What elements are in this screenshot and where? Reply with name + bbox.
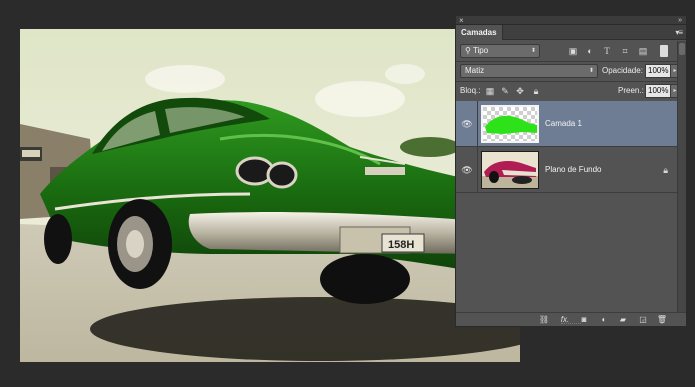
lock-position-icon[interactable]: ✥: [515, 86, 525, 96]
panel-title-bar[interactable]: × »: [456, 16, 686, 25]
adjustment-layer-icon[interactable]: ◐: [598, 314, 610, 325]
search-icon: ⚲: [465, 46, 473, 55]
divider: [477, 147, 478, 193]
visibility-eye-icon[interactable]: 👁︎: [460, 164, 474, 176]
type-filter-icon[interactable]: T: [601, 45, 613, 57]
document-canvas[interactable]: 158H: [20, 29, 520, 362]
svg-text:158H: 158H: [388, 239, 414, 251]
blend-mode-value: Matiz: [465, 66, 485, 75]
layer-name[interactable]: Camada 1: [545, 118, 582, 130]
transparency-checkerboard: [483, 107, 537, 141]
delete-layer-icon[interactable]: 🗑︎: [656, 314, 668, 325]
filter-toggle-icon[interactable]: [660, 45, 668, 57]
select-arrows-icon: ⬍: [588, 68, 594, 74]
layer-name[interactable]: Plano de Fundo: [545, 164, 602, 176]
lock-all-icon[interactable]: 🔒︎: [531, 86, 541, 96]
background-thumbnail-image: [482, 152, 538, 188]
new-layer-icon[interactable]: ◲: [637, 314, 649, 325]
opacity-input[interactable]: 100%: [645, 64, 671, 78]
resize-grip[interactable]: [561, 323, 581, 325]
divider: [477, 101, 478, 147]
filter-kind-value: Tipo: [472, 46, 489, 55]
tab-layers[interactable]: Camadas: [456, 25, 503, 40]
image-filter-icon[interactable]: ▣: [567, 45, 579, 57]
panel-menu-icon[interactable]: ▾≡: [675, 25, 683, 40]
visibility-eye-icon[interactable]: 👁︎: [460, 118, 474, 130]
filter-row: ⚲ Tipo ⬍ ▣ ◐ T ⌗ ▤: [456, 41, 678, 61]
layer-row-camada-1[interactable]: 👁︎ Camada 1: [456, 101, 678, 147]
fill-label: Preen.:: [618, 86, 644, 95]
lock-label: Bloq.:: [460, 86, 481, 95]
lock-icon: 🔒︎: [663, 165, 668, 175]
lock-image-pixels-icon[interactable]: ✎: [500, 86, 510, 96]
layer-thumbnail: [481, 151, 539, 189]
close-panel-icon[interactable]: ×: [459, 16, 464, 25]
panel-footer: ⛓︎ fx. ◙ ◐ ▰ ◲ 🗑︎: [456, 312, 686, 326]
opacity-label: Opacidade:: [602, 66, 643, 75]
fill-input[interactable]: 100%: [645, 84, 671, 98]
lock-transparent-pixels-icon[interactable]: ▦: [485, 86, 495, 96]
blend-row: Matiz ⬍ Opacidade: 100% ▸: [456, 61, 680, 81]
layers-list: 👁︎ Camada 1 👁︎ Plano de Fundo 🔒︎: [456, 101, 678, 306]
link-layers-icon[interactable]: ⛓︎: [538, 314, 550, 325]
select-arrows-icon: ⬍: [530, 48, 536, 54]
car-photo: 158H: [20, 29, 520, 362]
layer-thumbnail: [481, 105, 539, 143]
layers-panel: × » Camadas ▾≡ ⚲ Tipo ⬍ ▣ ◐ T ⌗ ▤ Matiz …: [455, 15, 687, 327]
smart-object-filter-icon[interactable]: ▤: [637, 45, 649, 57]
scrollbar-thumb[interactable]: [679, 43, 685, 55]
panel-tab-bar: Camadas ▾≡: [456, 25, 686, 40]
shape-filter-icon[interactable]: ⌗: [619, 45, 631, 57]
filter-kind-select[interactable]: ⚲ Tipo ⬍: [460, 44, 540, 58]
new-group-icon[interactable]: ▰: [617, 314, 629, 325]
collapse-panel-icon[interactable]: »: [678, 16, 682, 25]
blend-mode-select[interactable]: Matiz ⬍: [460, 64, 598, 78]
adjustment-filter-icon[interactable]: ◐: [584, 45, 596, 57]
panel-scrollbar[interactable]: [677, 41, 686, 316]
layer-row-plano-de-fundo[interactable]: 👁︎ Plano de Fundo 🔒︎: [456, 147, 678, 193]
